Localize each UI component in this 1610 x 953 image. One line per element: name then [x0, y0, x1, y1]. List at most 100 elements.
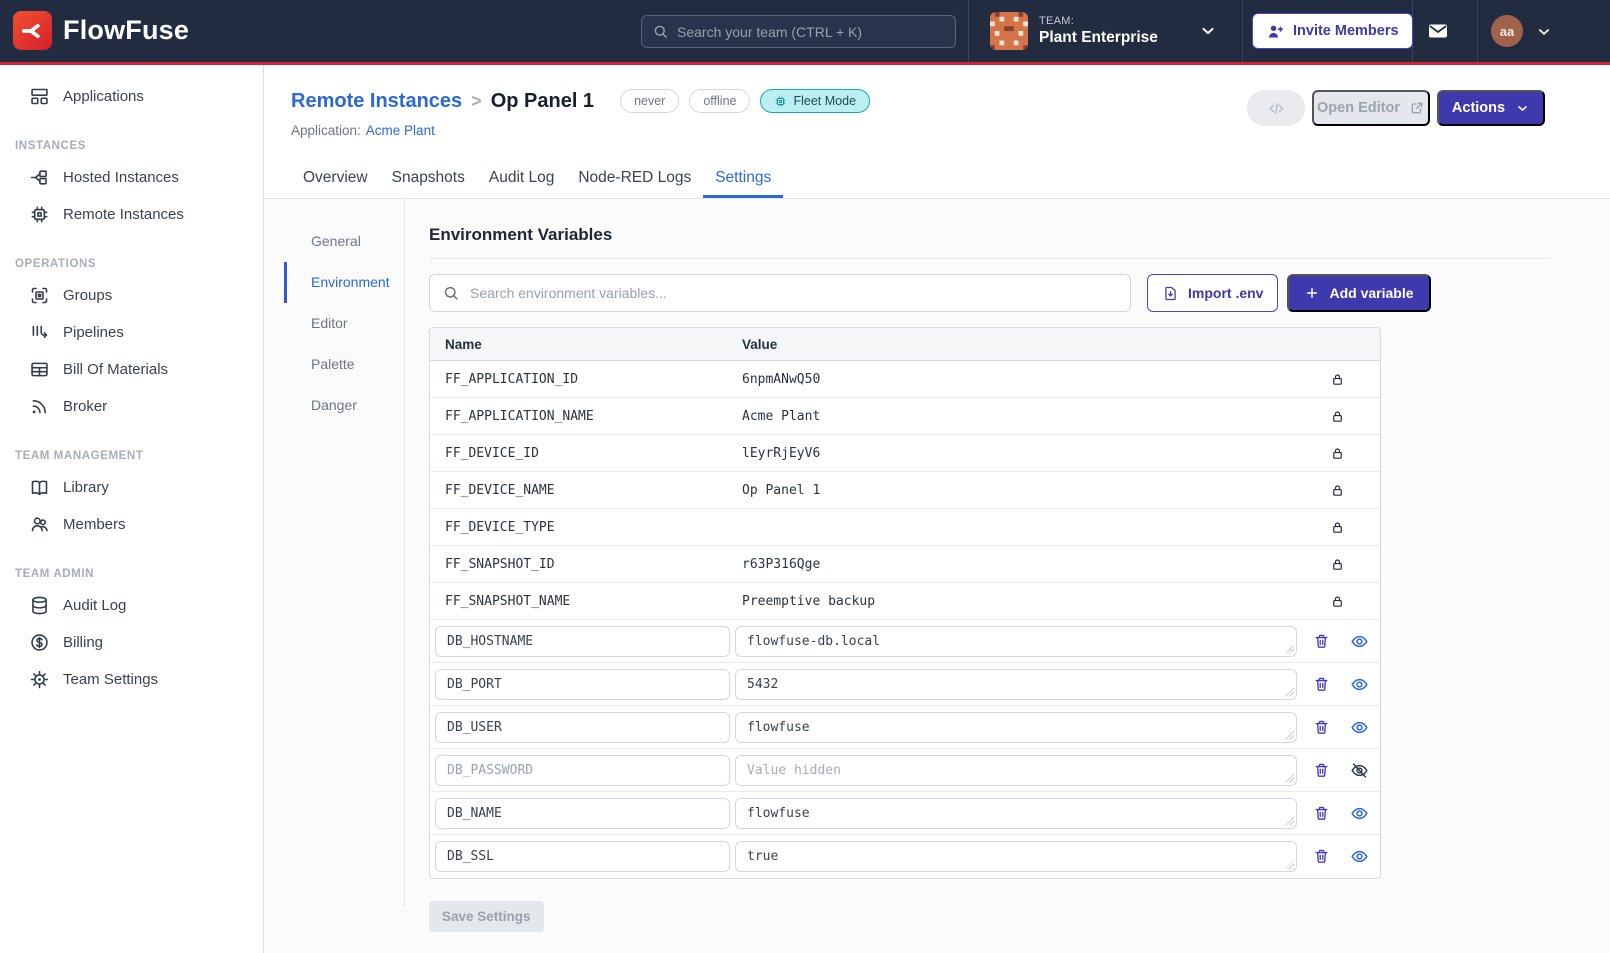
tab-audit-log[interactable]: Audit Log	[477, 157, 567, 198]
chevron-down-icon[interactable]	[1535, 23, 1553, 41]
application-label: Application:	[291, 123, 361, 138]
person-plus-icon	[1266, 22, 1285, 41]
plus-icon	[1304, 285, 1320, 301]
sidebar-item-remote-instances[interactable]: Remote Instances	[0, 196, 263, 233]
navbar-divider	[968, 0, 969, 62]
eye-off-icon[interactable]	[1350, 761, 1369, 780]
database-icon	[29, 595, 50, 616]
env-var-value-input[interactable]	[735, 841, 1297, 872]
env-search-input[interactable]	[470, 285, 1118, 301]
breadcrumb: Remote Instances > Op Panel 1 neveroffli…	[291, 89, 870, 113]
env-var-value-field	[735, 712, 1297, 743]
developer-mode-toggle[interactable]	[1247, 90, 1305, 126]
table-row: FF_APPLICATION_NAMEAcme Plant	[430, 398, 1380, 435]
mail-icon[interactable]	[1426, 19, 1450, 43]
chevron-down-icon[interactable]	[1198, 21, 1218, 41]
settings-nav-environment[interactable]: Environment	[284, 262, 404, 303]
table-row	[430, 835, 1380, 878]
sidebar-item-applications[interactable]: Applications	[0, 78, 263, 115]
env-var-value-input[interactable]	[735, 626, 1297, 657]
sidebar-item-bill-of-materials[interactable]: Bill Of Materials	[0, 351, 263, 388]
sidebar-item-label: Remote Instances	[63, 206, 184, 223]
settings-nav-editor[interactable]: Editor	[284, 303, 404, 344]
settings-nav-general[interactable]: General	[284, 221, 404, 262]
chip-icon	[774, 95, 787, 108]
env-var-value-input[interactable]	[735, 798, 1297, 829]
invite-members-button[interactable]: Invite Members	[1252, 13, 1413, 49]
sidebar-item-billing[interactable]: Billing	[0, 624, 263, 661]
env-var-value-field	[735, 841, 1297, 872]
trash-icon[interactable]	[1313, 848, 1330, 865]
sidebar-item-library[interactable]: Library	[0, 469, 263, 506]
sidebar-item-label: Library	[63, 479, 109, 496]
env-var-value-input[interactable]	[735, 712, 1297, 743]
table-row: FF_DEVICE_TYPE	[430, 509, 1380, 546]
tab-settings[interactable]: Settings	[703, 157, 783, 198]
env-var-value-field	[735, 669, 1297, 700]
settings-nav-palette[interactable]: Palette	[284, 344, 404, 385]
actions-button[interactable]: Actions	[1437, 90, 1545, 126]
table-row: FF_DEVICE_IDlEyrRjEyV6	[430, 435, 1380, 472]
sidebar-item-audit-log[interactable]: Audit Log	[0, 587, 263, 624]
trash-icon[interactable]	[1313, 719, 1330, 736]
env-var-name-input[interactable]	[435, 669, 730, 700]
team-label: TEAM:	[1039, 15, 1158, 27]
sidebar-item-pipelines[interactable]: Pipelines	[0, 314, 263, 351]
eye-icon[interactable]	[1350, 675, 1369, 694]
env-var-name-input[interactable]	[435, 626, 730, 657]
sidebar-item-hosted-instances[interactable]: Hosted Instances	[0, 159, 263, 196]
env-var-value-input[interactable]	[735, 669, 1297, 700]
badge-label: offline	[703, 94, 736, 108]
env-var-name-input[interactable]	[435, 755, 730, 786]
env-var-value: Op Panel 1	[742, 483, 1295, 498]
eye-icon[interactable]	[1350, 718, 1369, 737]
open-editor-button[interactable]: Open Editor	[1312, 90, 1430, 126]
save-settings-button[interactable]: Save Settings	[429, 901, 544, 932]
eye-icon[interactable]	[1350, 847, 1369, 866]
env-var-name-input[interactable]	[435, 798, 730, 829]
groups-icon	[29, 285, 50, 306]
sidebar-item-team-settings[interactable]: Team Settings	[0, 661, 263, 698]
env-var-name-input[interactable]	[435, 712, 730, 743]
sidebar-item-label: Hosted Instances	[63, 169, 179, 186]
breadcrumb-parent-link[interactable]: Remote Instances	[291, 90, 462, 113]
tab-node-red-logs[interactable]: Node-RED Logs	[566, 157, 703, 198]
user-avatar[interactable]: aa	[1491, 15, 1523, 47]
dollar-icon	[29, 632, 50, 653]
eye-icon[interactable]	[1350, 804, 1369, 823]
brand-name: FlowFuse	[63, 15, 189, 46]
lock-icon	[1330, 520, 1345, 535]
sidebar-item-members[interactable]: Members	[0, 506, 263, 543]
application-link[interactable]: Acme Plant	[366, 123, 435, 138]
trash-icon[interactable]	[1313, 676, 1330, 693]
eye-icon[interactable]	[1350, 632, 1369, 651]
invite-members-label: Invite Members	[1293, 23, 1399, 39]
env-var-name-input[interactable]	[435, 841, 730, 872]
table-row	[430, 706, 1380, 749]
sidebar: ApplicationsINSTANCESHosted InstancesRem…	[0, 65, 264, 953]
trash-icon[interactable]	[1313, 762, 1330, 779]
tab-snapshots[interactable]: Snapshots	[380, 157, 477, 198]
sidebar-item-groups[interactable]: Groups	[0, 277, 263, 314]
settings-nav-danger[interactable]: Danger	[284, 385, 404, 426]
lock-icon	[1330, 446, 1345, 461]
team-selector[interactable]: TEAM: Plant Enterprise	[990, 12, 1158, 50]
table-row: FF_APPLICATION_ID6npmANwQ50	[430, 361, 1380, 398]
sidebar-section-operations: OPERATIONS	[15, 258, 263, 270]
env-var-value-input[interactable]	[735, 755, 1297, 786]
trash-icon[interactable]	[1313, 633, 1330, 650]
hosted-instances-icon	[29, 167, 50, 188]
env-var-value: Preemptive backup	[742, 594, 1295, 609]
sidebar-item-broker[interactable]: Broker	[0, 388, 263, 425]
brand[interactable]: FlowFuse	[13, 11, 189, 50]
table-icon	[29, 359, 50, 380]
import-env-button[interactable]: Import .env	[1147, 274, 1278, 312]
trash-icon[interactable]	[1313, 805, 1330, 822]
sidebar-item-label: Team Settings	[63, 671, 158, 688]
env-search	[429, 274, 1131, 312]
team-search-input[interactable]	[677, 24, 945, 40]
tab-overview[interactable]: Overview	[291, 157, 380, 198]
top-navbar: FlowFuse TEAM: Plant Enterprise Invite M…	[0, 0, 1610, 62]
add-variable-button[interactable]: Add variable	[1287, 274, 1430, 312]
sidebar-item-label: Audit Log	[63, 597, 126, 614]
